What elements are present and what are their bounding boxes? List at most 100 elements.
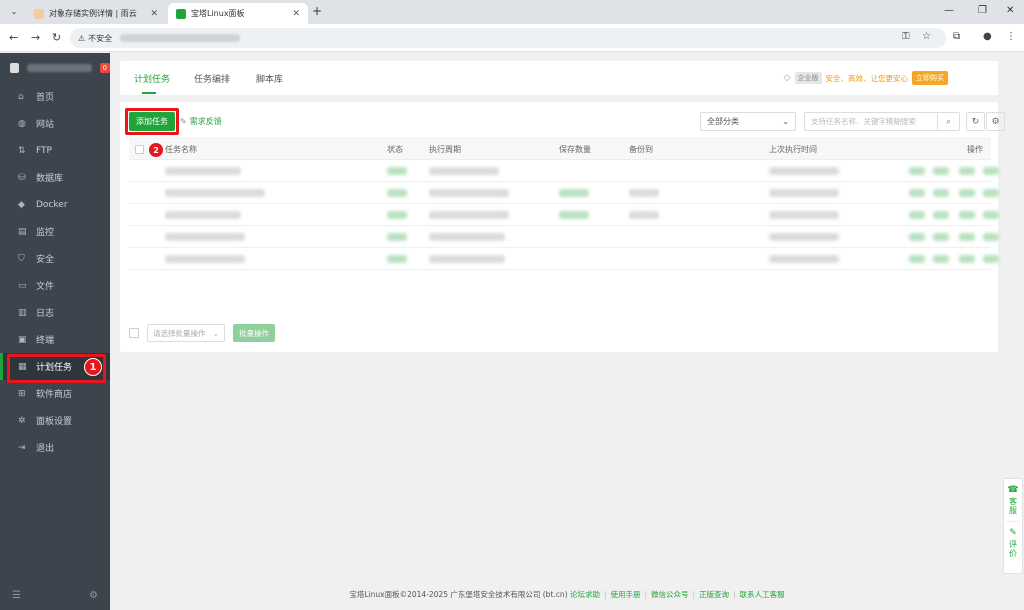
more-menu-icon[interactable]: ⋮ (1006, 31, 1016, 42)
row-action-button[interactable] (983, 167, 999, 175)
footer-link-forum[interactable]: 论坛求助 (570, 590, 600, 599)
row-action-button[interactable] (909, 211, 925, 219)
sidebar-item-13[interactable]: ⇥ 退出 (0, 434, 110, 461)
search-icon[interactable]: ⌕ (937, 113, 959, 130)
search-input[interactable] (805, 113, 937, 130)
row-action-button[interactable] (983, 189, 999, 197)
back-icon[interactable]: ← (9, 31, 18, 44)
security-indicator[interactable]: ⚠ 不安全 (78, 33, 112, 44)
category-select[interactable]: 全部分类 ⌄ (700, 112, 796, 131)
row-action-button[interactable] (933, 167, 949, 175)
review-button[interactable]: 评价 (1008, 540, 1019, 558)
footer-link-support[interactable]: 联系人工客服 (740, 590, 785, 599)
batch-select[interactable]: 请选择批量操作 ⌄ (147, 324, 225, 342)
close-icon[interactable]: ✕ (292, 9, 300, 19)
sidebar-item-1[interactable]: ◍ 网站 (0, 110, 110, 137)
row-action-button[interactable] (909, 167, 925, 175)
tab-scripts[interactable]: 脚本库 (256, 72, 283, 85)
row-action-button[interactable] (983, 255, 999, 263)
col-status: 状态 (387, 144, 403, 154)
window-close-icon[interactable]: ✕ (1006, 5, 1014, 16)
close-icon[interactable]: ✕ (150, 9, 158, 19)
new-tab-icon[interactable]: + (312, 4, 322, 18)
blurred-cell (429, 167, 499, 175)
sidebar-item-12[interactable]: ✲ 面板设置 (0, 407, 110, 434)
sidebar-item-9[interactable]: ▣ 终端 (0, 326, 110, 353)
table-row[interactable] (129, 248, 999, 270)
sidebar-item-6[interactable]: ⛉ 安全 (0, 245, 110, 272)
table-row[interactable] (129, 204, 999, 226)
feedback-link[interactable]: ✎ 需求反馈 (180, 116, 222, 127)
collapse-menu-icon[interactable]: ☰ (12, 590, 21, 601)
restore-icon[interactable]: ❐ (978, 5, 987, 16)
forward-icon[interactable]: → (31, 31, 40, 44)
sidebar-item-0[interactable]: ⌂ 首页 (0, 83, 110, 110)
row-action-button[interactable] (933, 211, 949, 219)
row-action-button[interactable] (909, 255, 925, 263)
sidebar-item-label: 安全 (36, 255, 55, 265)
row-action-button[interactable] (909, 233, 925, 241)
add-task-button[interactable]: 添加任务 (129, 112, 175, 131)
row-action-button[interactable] (959, 211, 975, 219)
sidebar-item-8[interactable]: ▥ 日志 (0, 299, 110, 326)
row-action-button[interactable] (933, 189, 949, 197)
select-all-checkbox[interactable] (135, 144, 144, 154)
footer-link-license[interactable]: 正版查询 (699, 590, 729, 599)
minimize-icon[interactable]: — (944, 5, 954, 16)
sidebar-item-4[interactable]: ◆ Docker (0, 191, 110, 218)
row-action-button[interactable] (959, 233, 975, 241)
review-icon[interactable]: ✎ (1009, 528, 1017, 538)
sidebar-item-7[interactable]: ▭ 文件 (0, 272, 110, 299)
sidebar-item-3[interactable]: ⛁ 数据库 (0, 164, 110, 191)
row-action-button[interactable] (983, 233, 999, 241)
batch-checkbox[interactable] (129, 328, 139, 338)
table-row[interactable] (129, 226, 999, 248)
server-header: 0 (0, 53, 110, 83)
batch-action-button[interactable]: 批量操作 (233, 324, 275, 342)
task-search: ⌕ (804, 112, 960, 131)
sidebar-item-label: 面板设置 (36, 417, 73, 427)
sidebar-item-2[interactable]: ⇅ FTP (0, 137, 110, 164)
message-badge[interactable]: 0 (99, 63, 110, 73)
enterprise-tag: 企业版 (794, 72, 822, 84)
settings-button[interactable]: ⚙ (986, 112, 1005, 131)
table-row[interactable] (129, 160, 999, 182)
row-action-button[interactable] (983, 211, 999, 219)
footer-link-wechat[interactable]: 微信公众号 (651, 590, 689, 599)
tab-orchestration[interactable]: 任务编排 (194, 72, 230, 85)
diamond-icon: ◇ (783, 73, 791, 83)
footer-link-manual[interactable]: 使用手册 (611, 590, 641, 599)
row-action-button[interactable] (909, 189, 925, 197)
service-button[interactable]: 客服 (1008, 497, 1019, 515)
browser-tab-1[interactable]: 对象存储实例详情 | 雨云 ✕ (26, 3, 166, 24)
extensions-icon[interactable]: ⧉ (953, 31, 960, 42)
tab-search-icon[interactable]: ⌄ (7, 5, 21, 19)
theme-settings-icon[interactable]: ⚙ (89, 590, 98, 601)
refresh-button[interactable]: ↻ (966, 112, 985, 131)
row-action-button[interactable] (933, 233, 949, 241)
sidebar-item-11[interactable]: ⊞ 软件商店 (0, 380, 110, 407)
row-action-button[interactable] (959, 255, 975, 263)
password-key-icon[interactable]: ⚿ (902, 31, 910, 42)
col-cycle: 执行周期 (429, 144, 461, 154)
row-action-button[interactable] (959, 189, 975, 197)
terminal-icon: ▣ (18, 334, 27, 345)
bookmark-star-icon[interactable]: ☆ (922, 31, 931, 42)
sidebar-item-label: 文件 (36, 282, 55, 292)
profile-icon[interactable]: ● (983, 31, 992, 42)
row-action-button[interactable] (933, 255, 949, 263)
col-actions: 操作 (967, 144, 983, 154)
table-row[interactable] (129, 182, 999, 204)
address-bar[interactable]: ⚠ 不安全 (70, 28, 946, 48)
blurred-cell (629, 189, 659, 197)
blurred-cell (429, 255, 505, 263)
sidebar-item-5[interactable]: ▤ 监控 (0, 218, 110, 245)
browser-tab-2[interactable]: 宝塔Linux面板 ✕ (168, 3, 308, 24)
buy-now-button[interactable]: 立即购买 (912, 71, 948, 85)
headset-icon[interactable]: ☎ (1007, 485, 1018, 495)
tab-cron[interactable]: 计划任务 (134, 72, 170, 85)
reload-icon[interactable]: ↻ (52, 31, 61, 44)
blurred-cell (429, 189, 509, 197)
row-action-button[interactable] (959, 167, 975, 175)
ftp-icon: ⇅ (18, 145, 26, 156)
